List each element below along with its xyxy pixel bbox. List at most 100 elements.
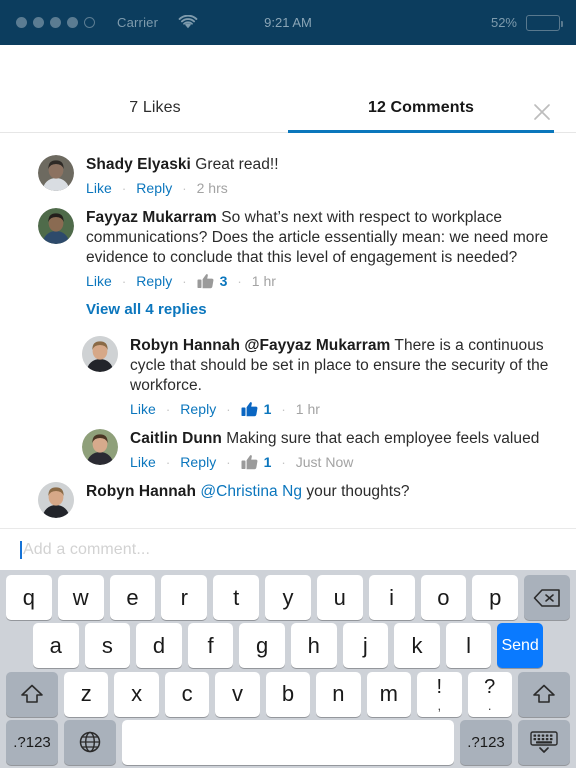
key-n[interactable]: n [316, 671, 361, 717]
comment-mention[interactable]: @Fayyaz Mukarram [244, 337, 390, 354]
avatar-robyn[interactable] [82, 336, 118, 372]
key-exclamation-comma[interactable]: ! , [417, 671, 462, 717]
key-m[interactable]: m [366, 671, 412, 717]
dismiss-keyboard-icon[interactable] [518, 719, 570, 765]
shift-icon-left[interactable] [6, 671, 58, 717]
action-separator: · [281, 401, 286, 417]
key-a[interactable]: a [33, 623, 79, 669]
numeric-switch-left[interactable]: .?123 [6, 719, 58, 765]
like-count-group[interactable]: 1 [241, 454, 271, 470]
comment-message: your thoughts? [306, 483, 410, 500]
view-all-replies-link[interactable]: View all 4 replies [0, 293, 576, 328]
comment-reply-item[interactable]: Caitlin Dunn Making sure that each emplo… [0, 421, 576, 474]
action-separator: · [182, 180, 187, 196]
key-k[interactable]: k [394, 623, 440, 669]
battery-icon [526, 14, 563, 31]
comment-author-name[interactable]: Caitlin Dunn [130, 430, 222, 447]
key-q[interactable]: q [6, 575, 52, 620]
avatar-fayyaz[interactable] [38, 208, 74, 244]
key-comma-label: , [437, 697, 442, 713]
comment-body: Caitlin Dunn Making sure that each emplo… [130, 427, 556, 470]
reply-button[interactable]: Reply [136, 273, 172, 289]
tab-comments[interactable]: 12 Comments [288, 89, 554, 133]
comment-author-name[interactable]: Shady Elyaski [86, 156, 191, 173]
reply-button[interactable]: Reply [136, 180, 172, 196]
avatar-robyn[interactable] [38, 482, 74, 518]
globe-icon[interactable] [64, 719, 116, 765]
thumbs-up-icon[interactable] [241, 401, 258, 417]
key-question-label: ? [484, 675, 496, 698]
comment-body: Robyn Hannah @Fayyaz Mukarram There is a… [130, 334, 556, 417]
like-count-label: 3 [219, 273, 228, 289]
comment-composer[interactable]: Add a comment... [0, 528, 576, 570]
avatar-caitlin[interactable] [82, 429, 118, 465]
comment-item[interactable]: Shady Elyaski Great read!! Like · Reply · 2 h… [0, 147, 576, 200]
comment-author-name[interactable]: Fayyaz Mukarram [86, 209, 217, 226]
action-separator: · [165, 454, 171, 470]
send-button[interactable]: Send [497, 623, 543, 669]
comment-item[interactable]: Fayyaz Mukarram So what’s next with resp… [0, 200, 576, 293]
key-j[interactable]: j [342, 623, 389, 669]
key-p[interactable]: p [472, 575, 519, 620]
like-button[interactable]: Like [86, 180, 112, 196]
comment-text: Shady Elyaski Great read!! [86, 155, 556, 175]
space-key[interactable] [122, 719, 454, 765]
like-count-group[interactable]: 3 [197, 273, 228, 289]
key-x[interactable]: x [114, 671, 159, 717]
text-caret [20, 540, 22, 559]
avatar-shady[interactable] [38, 155, 74, 191]
like-button[interactable]: Like [130, 454, 156, 470]
tab-likes[interactable]: 7 Likes [22, 89, 288, 132]
comment-mention[interactable]: @Christina Ng [200, 483, 302, 500]
tab-bar: 7 Likes 12 Comments [0, 89, 576, 133]
comment-author-name[interactable]: Robyn Hannah [130, 337, 240, 354]
comment-timestamp: 1 hr [251, 273, 276, 289]
key-r[interactable]: r [161, 575, 208, 620]
comment-reply-item[interactable]: Robyn Hannah @Fayyaz Mukarram There is a… [0, 328, 576, 421]
comment-timestamp: Just Now [295, 454, 354, 470]
key-h[interactable]: h [290, 623, 337, 669]
action-separator: · [226, 401, 231, 417]
comment-input-placeholder[interactable]: Add a comment... [23, 541, 150, 559]
key-f[interactable]: f [187, 623, 234, 669]
on-screen-keyboard[interactable]: q w e r t y u i o p a s d f g h j k l Se… [0, 570, 576, 768]
comment-actions: Like · Reply · 2 hrs [86, 180, 556, 196]
key-z[interactable]: z [64, 671, 109, 717]
key-v[interactable]: v [215, 671, 260, 717]
key-g[interactable]: g [239, 623, 285, 669]
key-e[interactable]: e [109, 575, 156, 620]
comment-message: Making sure that each employee feels val… [226, 430, 540, 447]
comment-text: Robyn Hannah @Christina Ng your thoughts… [86, 482, 556, 502]
reply-button[interactable]: Reply [180, 454, 216, 470]
keyboard-row-3: z x c v b n m ! , ? . [3, 671, 573, 717]
key-b[interactable]: b [265, 671, 311, 717]
key-l[interactable]: l [445, 623, 492, 669]
thumbs-up-icon[interactable] [197, 273, 214, 289]
key-y[interactable]: y [265, 575, 311, 620]
action-separator: · [121, 273, 127, 289]
action-separator: · [182, 273, 187, 289]
comment-list[interactable]: Shady Elyaski Great read!! Like · Reply · 2 h… [0, 133, 576, 528]
key-d[interactable]: d [136, 623, 182, 669]
numeric-switch-right[interactable]: .?123 [460, 719, 512, 765]
key-s[interactable]: s [84, 623, 131, 669]
key-o[interactable]: o [420, 575, 467, 620]
comment-actions: Like · Reply · 1 · 1 hr [130, 401, 556, 417]
keyboard-row-2: a s d f g h j k l Send [3, 623, 573, 669]
clock-label: 9:21 AM [264, 15, 312, 30]
key-w[interactable]: w [57, 575, 104, 620]
key-i[interactable]: i [368, 575, 415, 620]
comment-author-name[interactable]: Robyn Hannah [86, 483, 196, 500]
key-question-period[interactable]: ? . [467, 671, 512, 717]
key-t[interactable]: t [213, 575, 260, 620]
key-u[interactable]: u [316, 575, 363, 620]
backspace-icon[interactable] [524, 575, 570, 620]
shift-icon-right[interactable] [517, 671, 570, 717]
like-button[interactable]: Like [86, 273, 112, 289]
thumbs-up-icon[interactable] [241, 454, 258, 470]
key-c[interactable]: c [164, 671, 210, 717]
like-count-group[interactable]: 1 [241, 401, 271, 417]
comment-item[interactable]: Robyn Hannah @Christina Ng your thoughts… [0, 474, 576, 522]
reply-button[interactable]: Reply [180, 401, 216, 417]
like-button[interactable]: Like [130, 401, 156, 417]
